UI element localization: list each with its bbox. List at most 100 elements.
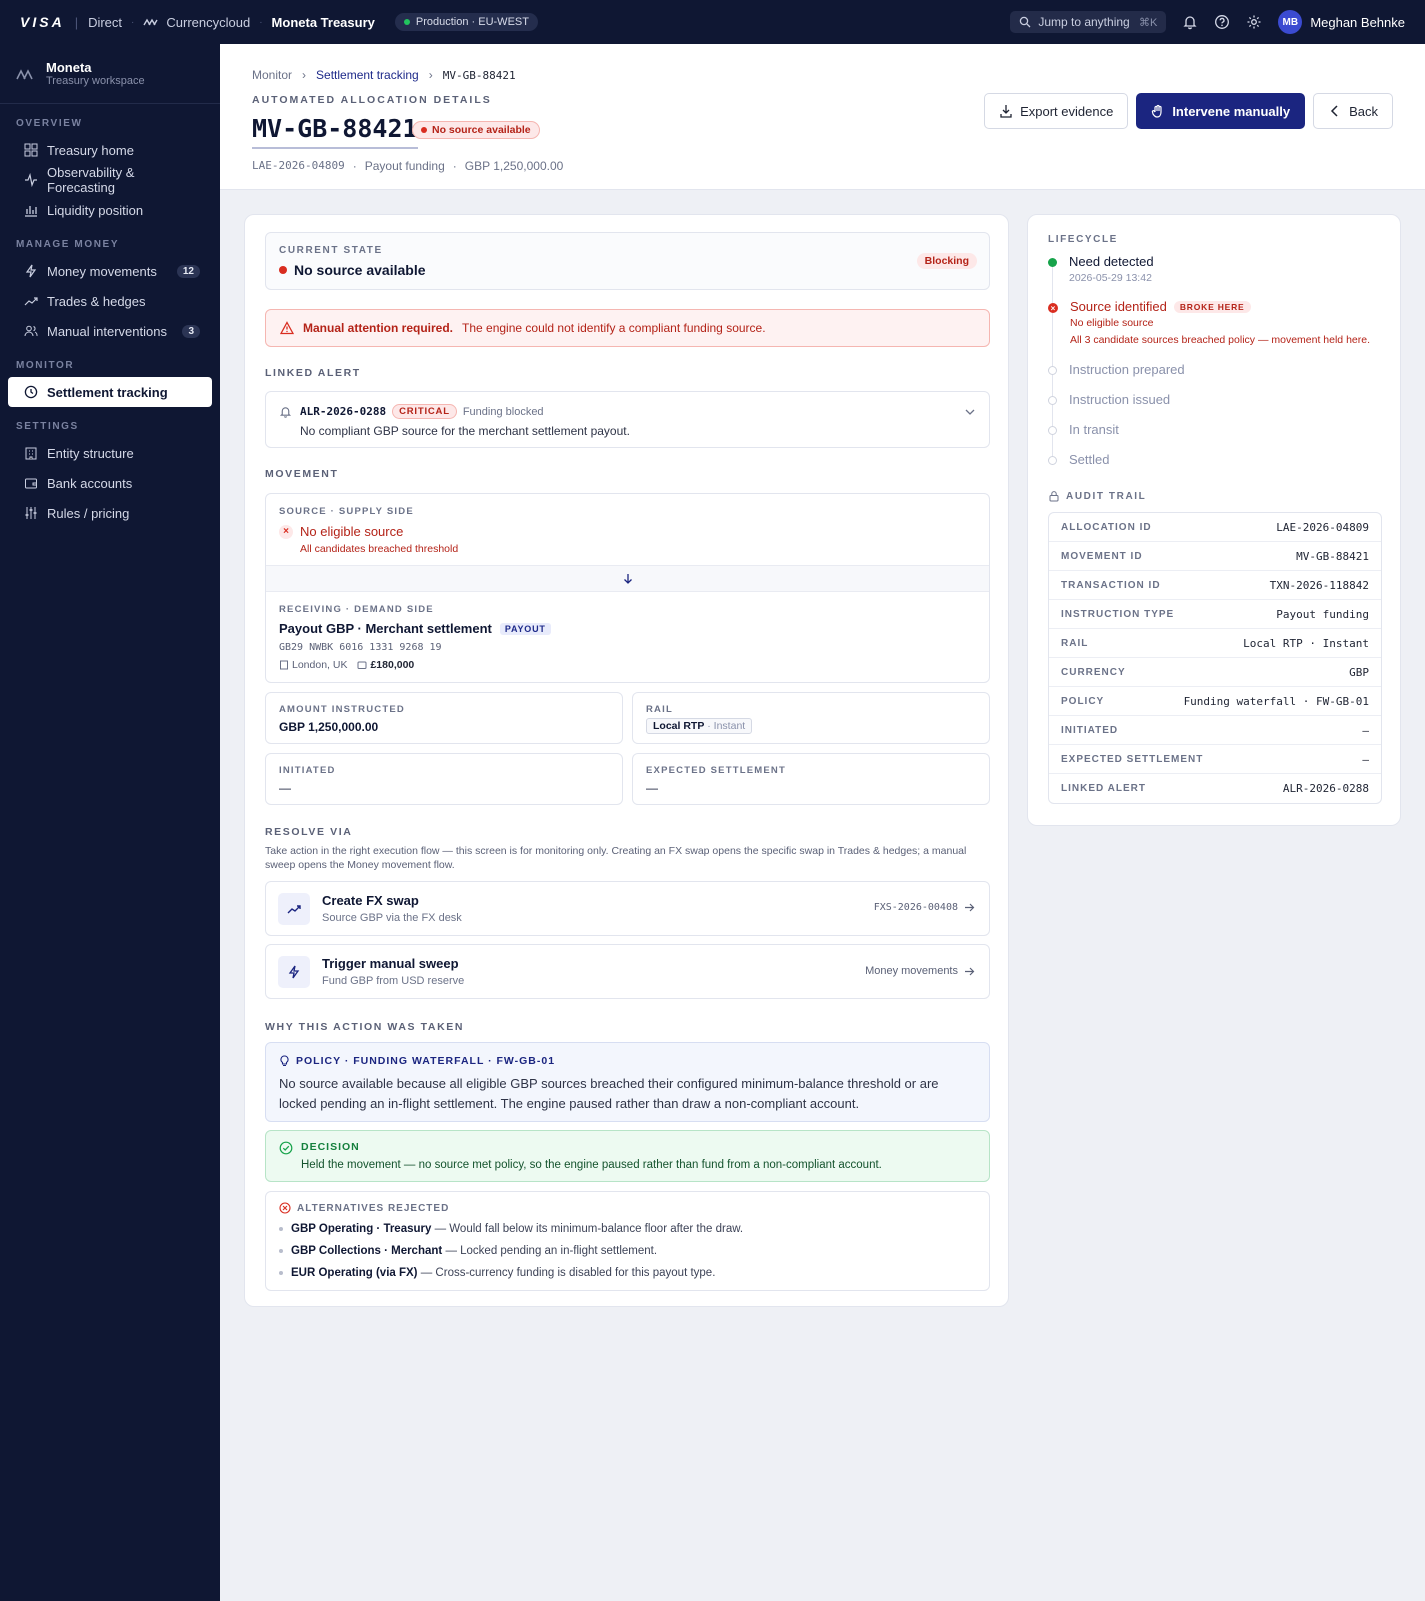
sliders-icon (25, 507, 37, 519)
step-pending-icon (1048, 456, 1057, 465)
create-fx-swap-action[interactable]: Create FX swap Source GBP via the FX des… (265, 881, 990, 936)
sidebar-item-manual-interventions[interactable]: Manual interventions 3 (8, 316, 212, 346)
header-actions: Export evidence Intervene manually Back (984, 93, 1393, 129)
workspace-logo-icon (16, 68, 33, 79)
decision-text: Held the movement — no source met policy… (301, 1159, 882, 1171)
audit-value: — (1362, 752, 1369, 766)
help-icon[interactable] (1214, 14, 1230, 30)
sidebar-item-settlement-tracking[interactable]: Settlement tracking (8, 377, 212, 407)
money-movements-link-text: Money movements (865, 965, 958, 977)
step-pending-icon (1048, 366, 1057, 375)
grid-icon (24, 143, 38, 157)
attention-text: The engine could not identify a complian… (462, 321, 766, 335)
meta-separator: · (452, 159, 457, 173)
sidebar-item-label: Settlement tracking (47, 384, 168, 400)
sidebar-item-label: Rules / pricing (47, 505, 130, 521)
table-row: LINKED ALERT ALR-2026-0288 (1049, 774, 1381, 803)
sidebar-item-money-movements[interactable]: Money movements 12 (8, 256, 212, 286)
x-circle-icon (279, 1202, 291, 1214)
page-meta: LAE-2026-04809 · Payout funding · GBP 1,… (252, 159, 563, 173)
policy-label-text: POLICY · FUNDING WATERFALL · FW-GB-01 (296, 1055, 556, 1067)
source-label: SOURCE · SUPPLY SIDE (279, 506, 414, 517)
allocation-details-card: CURRENT STATE No source available Blocki… (244, 214, 1009, 1307)
sidebar-item-label: Manual interventions (47, 323, 167, 339)
fx-swap-link[interactable]: FXS-2026-00408 (874, 902, 975, 913)
nav-section-manage-money: MANAGE MONEY (16, 239, 120, 250)
sidebar-item-trades[interactable]: Trades & hedges (8, 286, 212, 316)
location: London, UK (279, 659, 347, 671)
table-row: CURRENCY GBP (1049, 658, 1381, 687)
lifecycle-step-in-transit: In transit (1048, 422, 1119, 437)
count-badge: 12 (176, 264, 200, 278)
step-title: Settled (1069, 452, 1110, 467)
audit-table: ALLOCATION ID LAE-2026-04809 MOVEMENT ID M… (1048, 512, 1382, 804)
currencycloud-icon (143, 18, 158, 26)
movement-heading: MOVEMENT (265, 468, 339, 480)
arrow-right-icon (965, 903, 975, 912)
sidebar-item-rules-pricing[interactable]: Rules / pricing (8, 498, 212, 528)
why-heading: WHY THIS ACTION WAS TAKEN (265, 1021, 465, 1033)
sidebar-item-observability[interactable]: Observability & Forecasting (8, 165, 212, 195)
divider: | (74, 14, 79, 30)
avatar[interactable]: MB (1278, 10, 1303, 34)
breadcrumb-current: MV-GB-88421 (442, 68, 516, 82)
rail-badge: Local RTP · Instant (646, 718, 753, 734)
sidebar: Moneta Treasury workspace OVERVIEW Treas… (0, 44, 220, 1601)
page-header: Monitor › Settlement tracking › MV-GB-88… (220, 44, 1425, 190)
sidebar-item-entity-structure[interactable]: Entity structure (8, 438, 212, 468)
step-error-icon: × (1048, 303, 1058, 313)
visa-logo[interactable]: VISA (20, 14, 65, 30)
breadcrumb-monitor[interactable]: Monitor (252, 68, 292, 82)
bell-icon[interactable] (1182, 14, 1198, 30)
back-button[interactable]: Back (1313, 93, 1393, 129)
building-icon (25, 447, 37, 460)
nav-section-settings: SETTINGS (16, 421, 79, 432)
lifecycle-heading: LIFECYCLE (1048, 234, 1118, 245)
intervene-manually-label: Intervene manually (1172, 103, 1291, 119)
intervene-manually-button[interactable]: Intervene manually (1136, 93, 1306, 129)
download-icon (1000, 105, 1012, 118)
chevron-right-icon: › (302, 68, 307, 82)
search-input[interactable]: Jump to anything ⌘K (1010, 11, 1167, 33)
alternative-reason: — Locked pending an in-flight settlement… (445, 1245, 658, 1257)
step-detail: All 3 candidate sources breached policy … (1070, 334, 1370, 346)
linked-alert-card[interactable]: ALR-2026-0288 CRITICAL Funding blocked N… (265, 391, 990, 448)
expected-value: — (646, 781, 658, 795)
warning-icon (280, 321, 294, 335)
audit-value: — (1362, 723, 1369, 737)
alternative-name: GBP Operating · Treasury (291, 1223, 432, 1235)
action-title: Trigger manual sweep (322, 956, 459, 971)
export-evidence-button[interactable]: Export evidence (984, 93, 1129, 129)
sidebar-item-treasury-home[interactable]: Treasury home (8, 135, 212, 165)
sidebar-item-liquidity[interactable]: Liquidity position (8, 195, 212, 225)
step-title: In transit (1069, 422, 1119, 437)
receiving-side: RECEIVING · DEMAND SIDE Payout GBP · Mer… (266, 592, 989, 682)
gear-icon[interactable] (1246, 14, 1262, 30)
hand-icon (1152, 104, 1162, 118)
receiving-row: Payout GBP · Merchant settlement PAYOUT (279, 621, 551, 636)
action-icon-box (278, 893, 310, 925)
environment-badge: Production · EU-WEST (394, 13, 538, 31)
source-title: No eligible source (300, 524, 404, 539)
environment-label: Production · EU-WEST (415, 16, 529, 28)
breadcrumb-settlement-tracking[interactable]: Settlement tracking (316, 68, 419, 82)
user-name[interactable]: Meghan Behnke (1310, 15, 1405, 30)
search-placeholder: Jump to anything (1038, 15, 1130, 29)
page-eyebrow: AUTOMATED ALLOCATION DETAILS (252, 94, 492, 106)
money-movements-link[interactable]: Money movements (865, 965, 975, 977)
alternatives-panel: ALTERNATIVES REJECTED GBP Operating · Tr… (265, 1191, 990, 1291)
workspace-header[interactable]: Moneta Treasury workspace (0, 44, 220, 104)
policy-text: No source available because all eligible… (279, 1076, 939, 1111)
audit-value: Local RTP · Instant (1243, 636, 1369, 650)
chevron-down-icon[interactable] (964, 406, 976, 418)
audit-key: INSTRUCTION TYPE (1061, 608, 1175, 620)
trigger-manual-sweep-action[interactable]: Trigger manual sweep Fund GBP from USD r… (265, 944, 990, 999)
workspace-switcher[interactable]: Moneta Treasury (272, 15, 375, 30)
step-pending-icon (1048, 396, 1057, 405)
sidebar-item-bank-accounts[interactable]: Bank accounts (8, 468, 212, 498)
workspace-name: Moneta (46, 60, 92, 75)
table-row: TRANSACTION ID TXN-2026-118842 (1049, 571, 1381, 600)
location-text: London, UK (292, 659, 348, 671)
status-badge: No source available (412, 121, 540, 139)
x-circle-icon: × (279, 524, 293, 539)
